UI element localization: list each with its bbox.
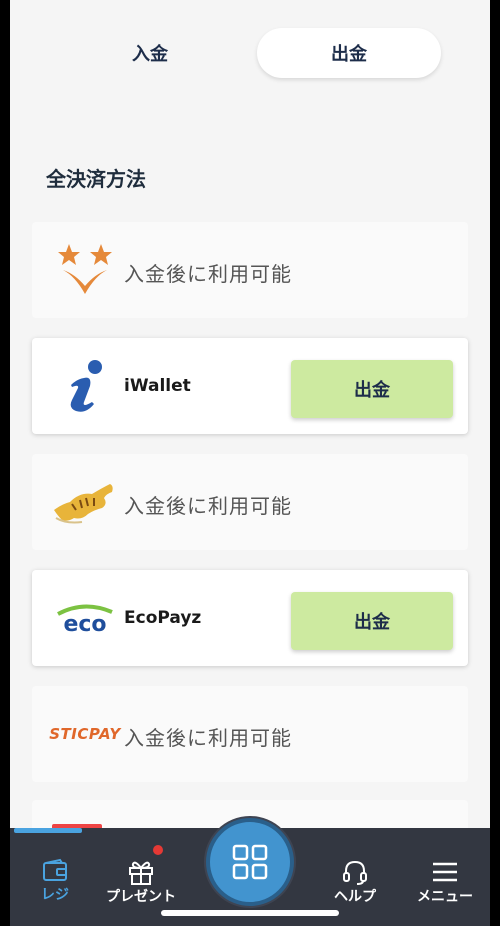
nav-item-cashier[interactable]: レジ: [10, 828, 100, 926]
nav-label: メニュー: [417, 889, 473, 905]
grid-icon: [232, 844, 268, 880]
tiger-icon: [44, 466, 126, 538]
star-v-icon: [44, 234, 126, 306]
tab-withdraw[interactable]: 出金: [257, 28, 441, 78]
withdraw-button[interactable]: 出金: [291, 360, 453, 418]
wallet-icon: [43, 858, 67, 881]
tab-deposit[interactable]: 入金: [58, 28, 242, 78]
payment-method-card: STICPAY 入金後に利用可能: [32, 686, 468, 782]
section-title: 全決済方法: [46, 167, 146, 191]
payment-method-card: 入金後に利用可能: [32, 222, 468, 318]
headset-icon: [343, 860, 367, 885]
method-name: iWallet: [124, 376, 191, 396]
notification-badge: [153, 845, 163, 855]
nav-label: ヘルプ: [334, 889, 376, 905]
nav-label: レジ: [41, 887, 69, 903]
nav-item-home[interactable]: [206, 818, 294, 906]
withdraw-button[interactable]: 出金: [291, 592, 453, 650]
status-text: 入金後に利用可能: [124, 494, 292, 518]
hamburger-icon: [433, 862, 457, 882]
eco-icon: eco: [44, 582, 126, 654]
deposit-withdraw-tabs: 入金 出金: [10, 28, 490, 80]
cashier-screen: 入金 出金 全決済方法 入金後に利用可能 iWallet 出金 入金後に利用可能…: [10, 0, 490, 926]
status-text: 入金後に利用可能: [124, 262, 292, 286]
home-indicator: [161, 910, 339, 916]
iwallet-icon: [44, 350, 126, 422]
sticpay-logo-text: STICPAY: [49, 725, 121, 743]
method-name: EcoPayz: [124, 608, 202, 628]
payment-method-card: iWallet 出金: [32, 338, 468, 434]
status-text: 入金後に利用可能: [124, 726, 292, 750]
sticpay-icon: STICPAY: [44, 698, 126, 770]
nav-label: プレゼント: [106, 889, 176, 905]
nav-item-menu[interactable]: メニュー: [400, 828, 490, 926]
payment-method-card: eco EcoPayz 出金: [32, 570, 468, 666]
payment-method-card: 入金後に利用可能: [32, 454, 468, 550]
svg-text:eco: eco: [63, 612, 106, 634]
gift-icon: [129, 861, 153, 885]
